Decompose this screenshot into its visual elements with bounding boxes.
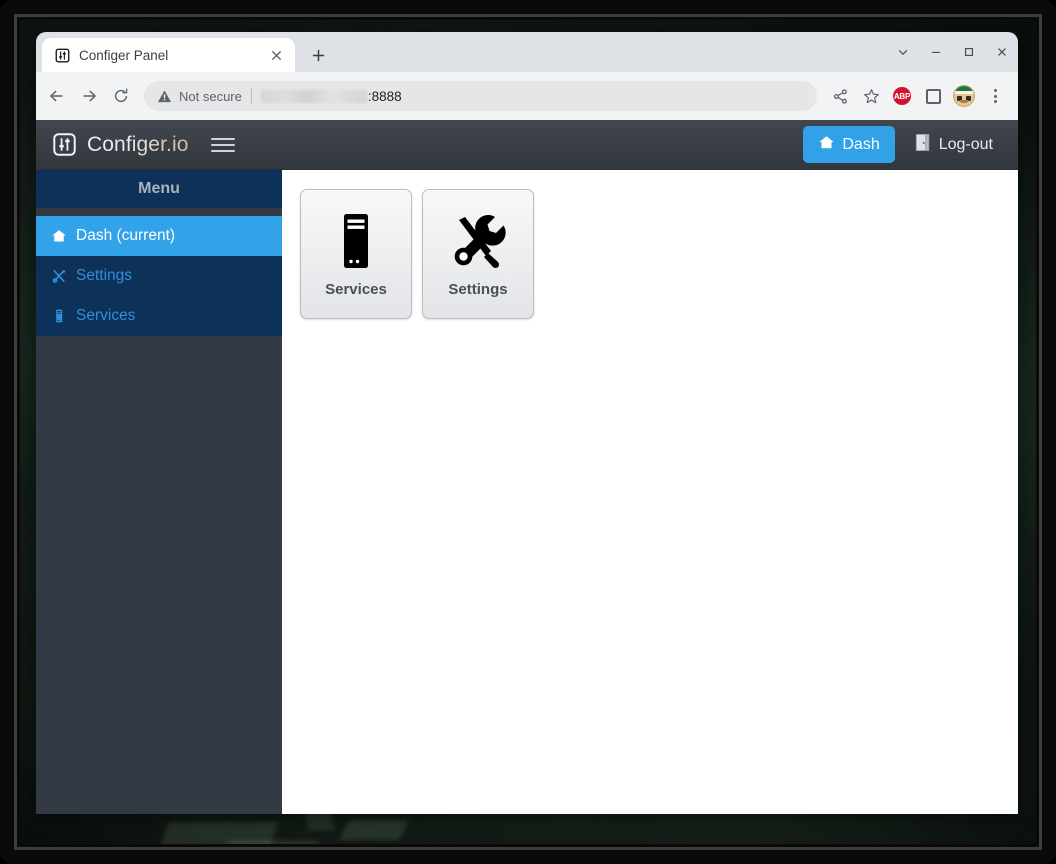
tools-icon <box>50 268 67 285</box>
maximize-icon[interactable] <box>952 32 985 72</box>
sidebar-menu: Dash (current) Settings Services <box>36 216 282 336</box>
warning-triangle-icon <box>157 89 172 104</box>
forward-arrow-icon[interactable] <box>74 81 104 111</box>
adblock-plus-badge: ABP <box>893 87 911 105</box>
address-bar[interactable]: Not secure :8888 <box>144 81 817 111</box>
browser-window: Configer Panel Not secure:8888 ABP Conf… <box>36 32 1018 814</box>
kebab-glyph <box>993 89 997 103</box>
close-icon[interactable] <box>985 32 1018 72</box>
sidebar-item-settings[interactable]: Settings <box>36 256 282 296</box>
browser-tab[interactable]: Configer Panel <box>42 38 295 72</box>
extension-square-glyph <box>925 88 941 104</box>
avatar-mouth <box>959 100 969 103</box>
page-body: Menu Dash (current) Settings Services Se… <box>36 170 1018 814</box>
sidebar-item-services[interactable]: Services <box>36 296 282 336</box>
new-tab-button[interactable] <box>304 41 332 69</box>
omnibox-divider <box>250 88 252 104</box>
brand[interactable]: Configer.io <box>52 132 189 157</box>
minimize-icon[interactable] <box>919 32 952 72</box>
url-text: :8888 <box>260 88 402 104</box>
home-icon <box>50 228 67 245</box>
dash-button[interactable]: Dash <box>803 126 895 163</box>
tab-strip: Configer Panel <box>36 32 1018 72</box>
security-label: Not secure <box>179 88 242 104</box>
card-label: Settings <box>448 281 508 298</box>
avatar-hat <box>954 86 974 94</box>
close-icon[interactable] <box>266 45 286 65</box>
hamburger-icon[interactable] <box>210 133 235 157</box>
browser-toolbar: Not secure :8888 ABP <box>36 72 1018 120</box>
sidebar-header: Menu <box>36 170 282 208</box>
chevron-down-icon[interactable] <box>886 32 919 72</box>
dashboard-card-settings[interactable]: Settings <box>422 189 534 319</box>
navbar-actions: Dash Log-out <box>803 126 1006 163</box>
server-tower-icon <box>336 210 376 272</box>
sliders-icon <box>54 47 70 63</box>
kebab-menu-icon[interactable] <box>980 81 1010 111</box>
dash-button-label: Dash <box>842 135 880 153</box>
logout-button[interactable]: Log-out <box>901 126 1006 163</box>
sidebar-item-label: Settings <box>76 267 133 284</box>
adblock-plus-icon[interactable]: ABP <box>887 81 917 111</box>
logout-button-label: Log-out <box>938 135 993 153</box>
server-icon <box>50 308 67 325</box>
home-icon <box>818 134 835 156</box>
sliders-logo-icon <box>52 132 77 157</box>
url-port: :8888 <box>367 88 402 104</box>
card-label: Services <box>325 281 387 298</box>
star-icon[interactable] <box>856 81 886 111</box>
url-redacted-host <box>260 89 367 103</box>
avatar-icon[interactable] <box>949 81 979 111</box>
toolbar-right-actions: ABP <box>825 81 1010 111</box>
sidebar-item-label: Services <box>76 307 136 324</box>
dashboard-card-services[interactable]: Services <box>300 189 412 319</box>
web-page: Configer.io Dash Log-out Menu Dash (curr… <box>36 120 1018 814</box>
sidebar-item-dash[interactable]: Dash (current) <box>36 216 282 256</box>
tab-title: Configer Panel <box>79 47 169 63</box>
app-navbar: Configer.io Dash Log-out <box>36 120 1018 170</box>
reload-icon[interactable] <box>106 81 136 111</box>
window-controls <box>886 32 1018 72</box>
door-icon <box>914 133 931 157</box>
sidebar: Menu Dash (current) Settings Services <box>36 170 282 814</box>
desktop: Configer Panel Not secure:8888 ABP Conf… <box>0 0 1056 864</box>
sidebar-item-label: Dash (current) <box>76 227 176 244</box>
sidebar-divider <box>36 208 282 216</box>
back-arrow-icon[interactable] <box>42 81 72 111</box>
brand-title: Configer.io <box>87 132 189 156</box>
dashboard-content: Services Settings <box>282 170 1018 814</box>
wrench-screwdriver-icon <box>450 210 506 272</box>
avatar <box>953 85 975 107</box>
extension-square-icon[interactable] <box>918 81 948 111</box>
share-icon[interactable] <box>825 81 855 111</box>
